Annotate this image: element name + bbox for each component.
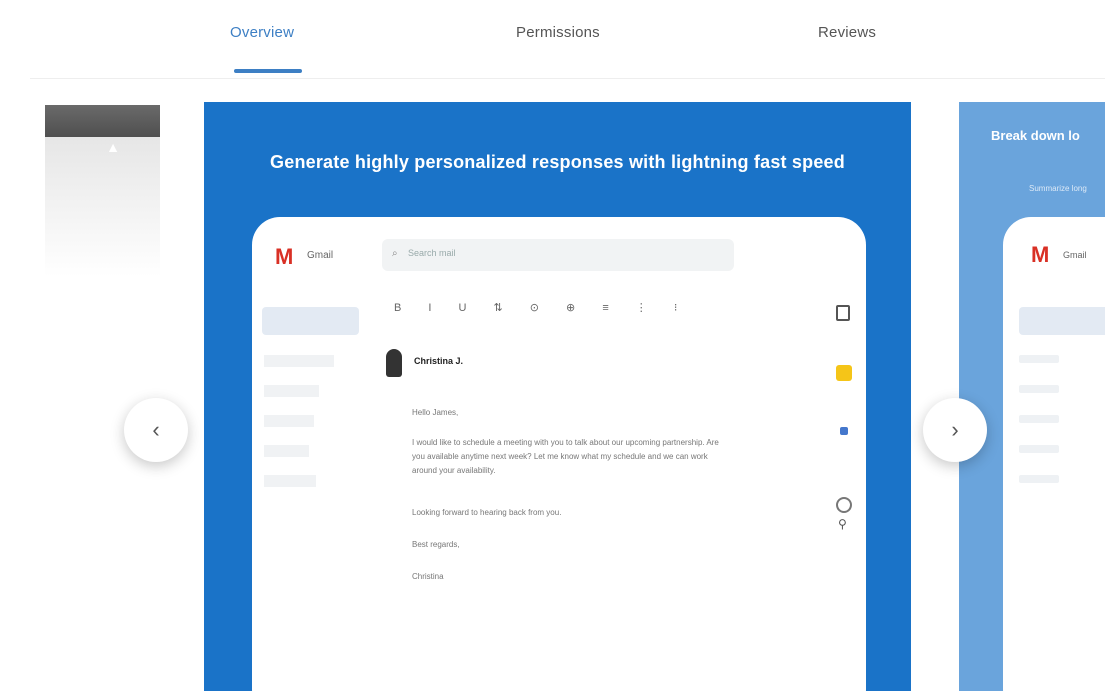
sidebar-item <box>264 415 314 427</box>
sidebar-item <box>1019 415 1059 423</box>
cursor-icon: ▲ <box>106 139 120 155</box>
search-bar: ⌕ Search mail <box>382 239 734 271</box>
search-icon: ⌕ <box>392 248 398 259</box>
email-closing: Looking forward to hearing back from you… <box>412 508 562 517</box>
gmail-wordmark: Gmail <box>1063 250 1087 260</box>
sidebar-item <box>264 385 319 397</box>
sidebar-item <box>1019 355 1059 363</box>
note-icon <box>836 305 850 321</box>
keep-icon <box>836 365 852 381</box>
tab-permissions[interactable]: Permissions <box>516 24 600 41</box>
tab-reviews[interactable]: Reviews <box>818 24 876 41</box>
sidebar-selected-item <box>1019 307 1105 335</box>
tab-bar: Overview Permissions Reviews <box>0 0 1105 80</box>
next-slide-subtitle: Summarize long <box>1029 184 1087 193</box>
next-slide-title: Break down lo <box>991 128 1080 143</box>
carousel-slide: Generate highly personalized responses w… <box>204 102 911 691</box>
chevron-left-icon: ‹ <box>152 417 160 442</box>
contacts-icon <box>836 497 852 513</box>
tab-overview[interactable]: Overview <box>230 24 294 41</box>
email-body-line: you available anytime next week? Let me … <box>412 452 708 461</box>
person-icon: ⚲ <box>838 517 847 531</box>
chevron-right-icon: › <box>951 417 959 442</box>
search-placeholder: Search mail <box>408 248 456 258</box>
email-body-line: around your availability. <box>412 466 496 475</box>
sidebar-item <box>264 475 316 487</box>
gmail-logo-icon: M <box>1031 242 1050 267</box>
email-signoff: Best regards, <box>412 540 460 549</box>
carousel-prev-button[interactable]: ‹ <box>124 398 188 462</box>
tabs-divider <box>30 78 1105 79</box>
sidebar-item <box>264 445 309 457</box>
next-slide-mockup: M Gmail <box>1003 217 1105 691</box>
sidebar-item <box>1019 385 1059 393</box>
tasks-icon <box>840 427 848 435</box>
sidebar-item <box>1019 475 1059 483</box>
slide-title: Generate highly personalized responses w… <box>270 152 845 172</box>
sidebar-selected-item <box>262 307 359 335</box>
email-signature: Christina <box>412 572 444 581</box>
sidebar-item <box>264 355 334 367</box>
previous-slide-preview[interactable]: ▲ <box>45 105 160 691</box>
preview-topbar <box>45 105 160 137</box>
sidebar-item <box>1019 445 1059 453</box>
preview-body <box>45 137 160 277</box>
gmail-wordmark: Gmail <box>307 250 334 261</box>
gmail-mockup: M Gmail ⌕ Search mail B I U ⇅ ⊙ ⊕ ≡ ⋮ ⁝ … <box>252 217 866 691</box>
formatting-toolbar: B I U ⇅ ⊙ ⊕ ≡ ⋮ ⁝ <box>394 302 690 314</box>
email-body-line: I would like to schedule a meeting with … <box>412 438 719 447</box>
email-greeting: Hello James, <box>412 408 459 417</box>
gmail-logo-icon: M <box>275 244 294 269</box>
sender-name: Christina J. <box>414 356 464 366</box>
active-tab-indicator <box>234 69 302 73</box>
carousel-next-button[interactable]: › <box>923 398 987 462</box>
next-slide-preview[interactable]: Break down lo Summarize long M Gmail <box>959 102 1105 691</box>
sender-avatar <box>386 349 402 377</box>
